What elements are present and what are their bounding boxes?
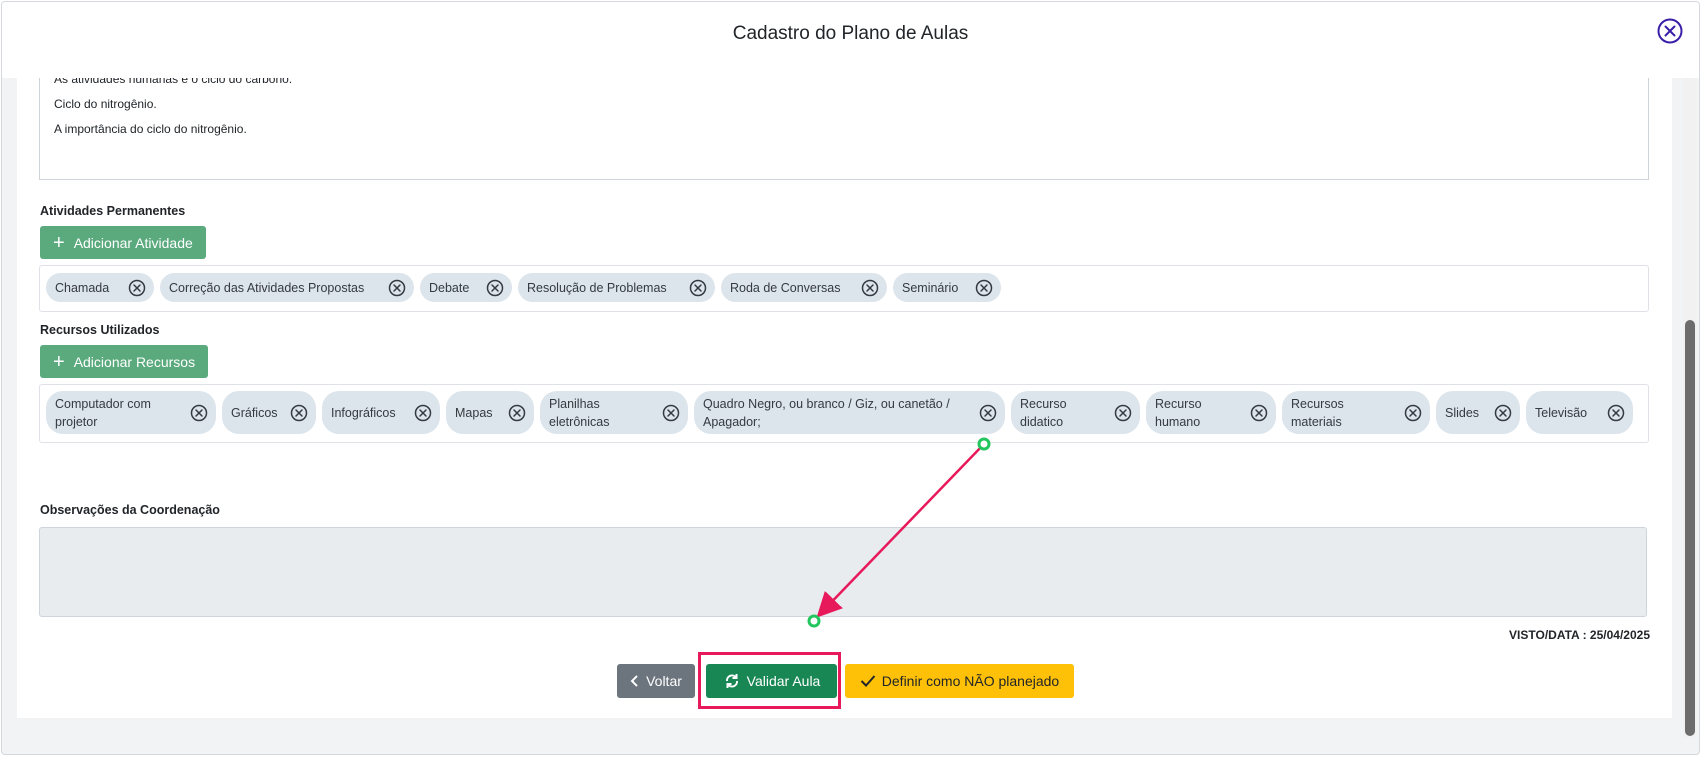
chip-label: Seminário — [902, 280, 959, 295]
remove-chip-icon[interactable] — [1607, 404, 1625, 422]
add-atividade-label: Adicionar Atividade — [73, 234, 193, 251]
content-line: A importância do ciclo do nitrogênio. — [54, 122, 247, 136]
chip-label: Recurso humano — [1155, 396, 1202, 429]
chip-label: Quadro Negro, ou branco / Giz, ou canetã… — [703, 396, 950, 429]
remove-chip-icon[interactable] — [662, 404, 680, 422]
chip-label: Planilhas eletrônicas — [549, 396, 610, 429]
remove-chip-icon[interactable] — [414, 404, 432, 422]
plano-aulas-modal: Cadastro do Plano de Aulas As atividades… — [1, 1, 1700, 755]
close-circle-icon[interactable] — [1657, 18, 1683, 44]
chip: Correção das Atividades Propostas — [160, 273, 414, 302]
observacoes-textarea[interactable] — [39, 527, 1647, 617]
observacoes-label: Observações da Coordenação — [40, 503, 220, 517]
highlight-box — [698, 652, 841, 709]
chip-label: Resolução de Problemas — [527, 280, 667, 295]
chip: Seminário — [893, 273, 1001, 302]
scrollbar[interactable] — [1683, 78, 1697, 738]
nao-planejado-label: Definir como NÃO planejado — [881, 673, 1060, 689]
chip: Computador com projetor — [46, 391, 216, 434]
chip: Resolução de Problemas — [518, 273, 715, 302]
plus-icon: + — [53, 231, 65, 254]
voltar-label: Voltar — [646, 673, 682, 689]
chip-label: Gráficos — [231, 405, 278, 420]
remove-chip-icon[interactable] — [1494, 404, 1512, 422]
conteudo-textarea[interactable]: As atividades humanas e o ciclo do carbo… — [39, 78, 1649, 180]
chip: Quadro Negro, ou branco / Giz, ou canetã… — [694, 391, 1005, 434]
modal-header: Cadastro do Plano de Aulas — [2, 2, 1699, 78]
chip-label: Televisão — [1535, 405, 1588, 420]
remove-chip-icon[interactable] — [1404, 404, 1422, 422]
chip-label: Chamada — [55, 280, 110, 295]
chip: Televisão — [1526, 391, 1633, 434]
chevron-left-icon — [630, 675, 638, 687]
remove-chip-icon[interactable] — [975, 279, 993, 297]
remove-chip-icon[interactable] — [486, 279, 504, 297]
content-line: Ciclo do nitrogênio. — [54, 97, 157, 111]
remove-chip-icon[interactable] — [128, 279, 146, 297]
check-icon — [860, 675, 876, 687]
chip: Slides — [1436, 391, 1520, 434]
recursos-chip-list: Computador com projetor Gráficos Infográ… — [39, 384, 1649, 443]
chip: Debate — [420, 273, 512, 302]
remove-chip-icon[interactable] — [1250, 404, 1268, 422]
chip: Gráficos — [222, 391, 316, 434]
chip-label: Recursos materiais — [1291, 396, 1344, 429]
remove-chip-icon[interactable] — [290, 404, 308, 422]
atividades-chip-list: Chamada Correção das Atividades Proposta… — [39, 265, 1649, 312]
chip: Recurso humano — [1146, 391, 1276, 434]
plus-icon: + — [53, 350, 65, 373]
definir-nao-planejado-button[interactable]: Definir como NÃO planejado — [845, 664, 1074, 698]
modal-title: Cadastro do Plano de Aulas — [732, 23, 969, 44]
atividades-label: Atividades Permanentes — [40, 204, 186, 218]
chip-label: Mapas — [455, 405, 493, 420]
voltar-button[interactable]: Voltar — [617, 664, 695, 698]
chip: Recursos materiais — [1282, 391, 1430, 434]
chip-label: Slides — [1445, 405, 1480, 420]
chip-label: Infográficos — [331, 405, 396, 420]
remove-chip-icon[interactable] — [388, 279, 406, 297]
remove-chip-icon[interactable] — [508, 404, 526, 422]
remove-chip-icon[interactable] — [689, 279, 707, 297]
remove-chip-icon[interactable] — [190, 404, 208, 422]
chip: Mapas — [446, 391, 534, 434]
remove-chip-icon[interactable] — [979, 404, 997, 422]
visto-data: VISTO/DATA : 25/04/2025 — [1509, 628, 1650, 642]
scrollbar-thumb[interactable] — [1685, 320, 1695, 736]
chip-label: Correção das Atividades Propostas — [169, 280, 365, 295]
chip: Planilhas eletrônicas — [540, 391, 688, 434]
chip-label: Roda de Conversas — [730, 280, 841, 295]
remove-chip-icon[interactable] — [1114, 404, 1132, 422]
chip: Infográficos — [322, 391, 440, 434]
form-card: As atividades humanas e o ciclo do carbo… — [17, 78, 1672, 718]
content-line: As atividades humanas e o ciclo do carbo… — [54, 78, 293, 86]
chip: Roda de Conversas — [721, 273, 887, 302]
recursos-label: Recursos Utilizados — [40, 323, 160, 337]
chip: Recurso didatico — [1011, 391, 1140, 434]
chip: Chamada — [46, 273, 154, 302]
chip-label: Debate — [429, 280, 470, 295]
chip-label: Computador com projetor — [55, 396, 151, 429]
add-atividade-button[interactable]: + Adicionar Atividade — [40, 226, 206, 259]
add-recursos-label: Adicionar Recursos — [73, 353, 196, 370]
remove-chip-icon[interactable] — [861, 279, 879, 297]
chip-label: Recurso didatico — [1020, 396, 1067, 429]
add-recursos-button[interactable]: + Adicionar Recursos — [40, 345, 209, 378]
